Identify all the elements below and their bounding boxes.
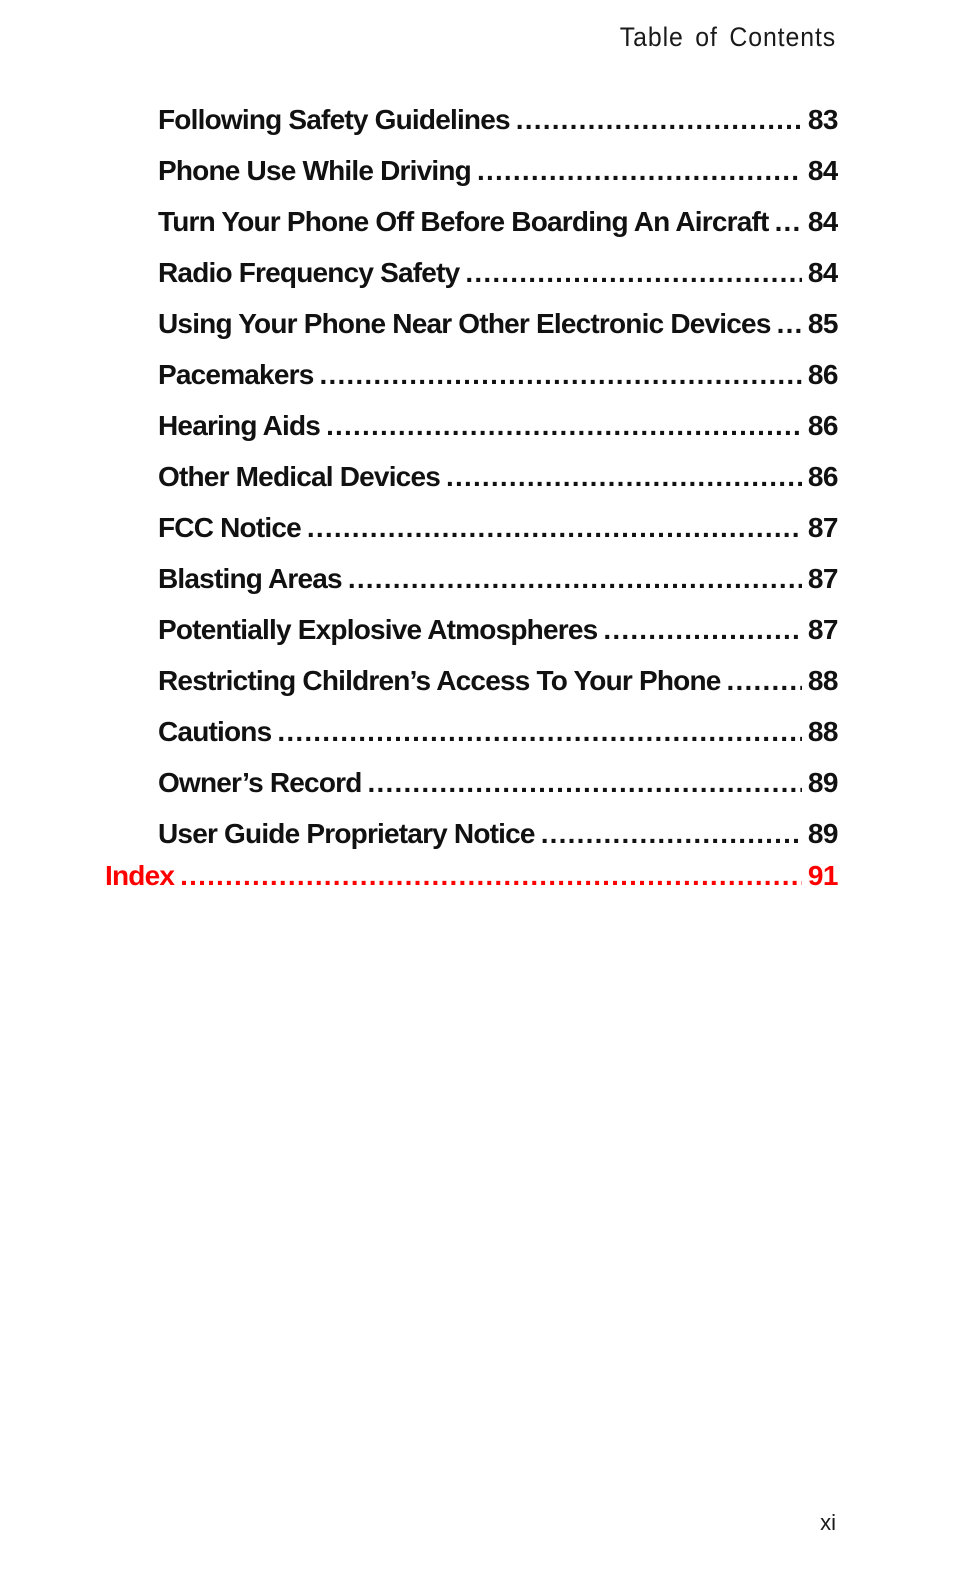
toc-entry-explosive-atmospheres[interactable]: Potentially Explosive Atmospheres 87 xyxy=(158,610,838,650)
dot-leader xyxy=(368,763,802,803)
toc-entry-page: 84 xyxy=(807,257,838,288)
running-header: Table of Contents xyxy=(619,22,836,52)
dot-leader xyxy=(465,253,801,293)
toc-entry-page: 88 xyxy=(807,716,838,747)
toc-entry-index[interactable]: Index 91 xyxy=(105,856,838,896)
toc-entry-page: 87 xyxy=(807,512,838,543)
toc-entry-page: 86 xyxy=(807,359,838,390)
dot-leader xyxy=(319,355,801,395)
toc-entry-title: Pacemakers xyxy=(158,359,314,390)
toc-entry-blasting-areas[interactable]: Blasting Areas 87 xyxy=(158,559,838,599)
toc-entry-title: Phone Use While Driving xyxy=(158,155,472,186)
toc-entry-page: 88 xyxy=(807,665,838,696)
toc-entry-title: FCC Notice xyxy=(158,512,302,543)
dot-leader xyxy=(307,508,802,548)
toc-entry-fcc-notice[interactable]: FCC Notice 87 xyxy=(158,508,838,548)
toc-entry-page: 89 xyxy=(807,767,838,798)
toc-entry-page: 86 xyxy=(807,410,838,441)
toc-entry-page: 89 xyxy=(807,818,838,849)
dot-leader xyxy=(326,406,802,446)
toc-entry-page: 91 xyxy=(807,860,838,891)
dot-leader xyxy=(348,559,802,599)
dot-leader xyxy=(777,304,802,344)
toc-entry-page: 84 xyxy=(807,155,838,186)
toc-entry-childrens-access[interactable]: Restricting Children’s Access To Your Ph… xyxy=(158,661,838,701)
toc-entry-title: Potentially Explosive Atmospheres xyxy=(158,614,598,645)
toc-entry-other-medical-devices[interactable]: Other Medical Devices 86 xyxy=(158,457,838,497)
toc-entry-title: Turn Your Phone Off Before Boarding An A… xyxy=(158,206,769,237)
toc-entry-hearing-aids[interactable]: Hearing Aids 86 xyxy=(158,406,838,446)
toc-entry-page: 87 xyxy=(807,563,838,594)
dot-leader xyxy=(446,457,802,497)
toc-entry-title: Cautions xyxy=(158,716,272,747)
dot-leader xyxy=(727,661,802,701)
dot-leader xyxy=(180,856,802,896)
toc-entry-radio-frequency-safety[interactable]: Radio Frequency Safety 84 xyxy=(158,253,838,293)
toc-entry-phone-use-while-driving[interactable]: Phone Use While Driving 84 xyxy=(158,151,838,191)
toc-entry-title: Using Your Phone Near Other Electronic D… xyxy=(158,308,771,339)
toc-entry-title: User Guide Proprietary Notice xyxy=(158,818,536,849)
toc-entry-page: 86 xyxy=(807,461,838,492)
dot-leader xyxy=(477,151,802,191)
toc-entry-electronic-devices[interactable]: Using Your Phone Near Other Electronic D… xyxy=(158,304,838,344)
toc-entry-turn-phone-off-aircraft[interactable]: Turn Your Phone Off Before Boarding An A… xyxy=(158,202,838,242)
toc-entry-title: Restricting Children’s Access To Your Ph… xyxy=(158,665,721,696)
toc-entry-page: 87 xyxy=(807,614,838,645)
toc-entry-page: 85 xyxy=(807,308,838,339)
dot-leader xyxy=(277,712,801,752)
toc-entry-page: 83 xyxy=(807,104,838,135)
toc-entry-title: Blasting Areas xyxy=(158,563,343,594)
dot-leader xyxy=(775,202,802,242)
dot-leader xyxy=(516,100,802,140)
toc-entry-following-safety-guidelines[interactable]: Following Safety Guidelines 83 xyxy=(158,100,838,140)
toc-entry-title: Following Safety Guidelines xyxy=(158,104,511,135)
toc-entry-title: Radio Frequency Safety xyxy=(158,257,460,288)
toc-entry-cautions[interactable]: Cautions 88 xyxy=(158,712,838,752)
toc-entry-title: Owner’s Record xyxy=(158,767,362,798)
toc-entry-proprietary-notice[interactable]: User Guide Proprietary Notice 89 xyxy=(158,814,838,854)
dot-leader xyxy=(603,610,801,650)
toc-entry-page: 84 xyxy=(807,206,838,237)
toc-entry-owners-record[interactable]: Owner’s Record 89 xyxy=(158,763,838,803)
dot-leader xyxy=(541,814,802,854)
page-number: xi xyxy=(820,1510,836,1535)
toc-entry-title: Other Medical Devices xyxy=(158,461,441,492)
toc-entry-title: Hearing Aids xyxy=(158,410,321,441)
toc-entry-title: Index xyxy=(105,860,175,891)
toc-entry-pacemakers[interactable]: Pacemakers 86 xyxy=(158,355,838,395)
